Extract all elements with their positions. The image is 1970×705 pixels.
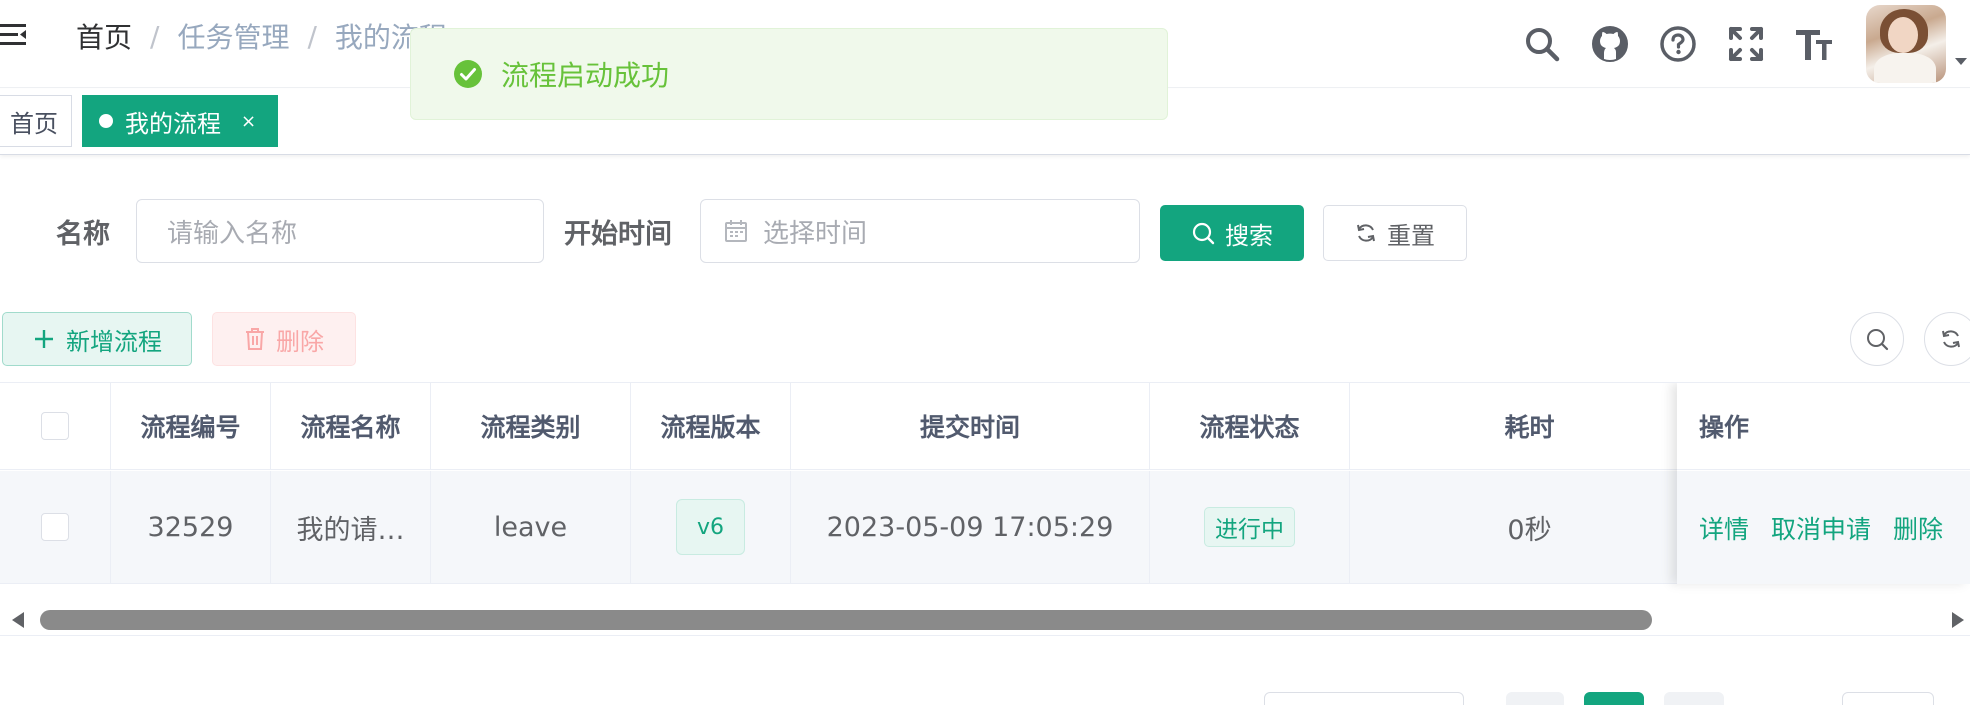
- header-process-version: 流程版本: [631, 383, 791, 469]
- trash-icon: [246, 328, 264, 350]
- github-icon[interactable]: [1588, 22, 1632, 66]
- header-actions: 操作: [1677, 383, 1970, 470]
- header-submit-time: 提交时间: [791, 383, 1150, 469]
- plus-icon: [35, 330, 53, 348]
- refresh-icon: [1942, 330, 1960, 348]
- close-icon[interactable]: ×: [241, 111, 256, 132]
- check-circle-icon: [454, 60, 482, 88]
- refresh-icon: [1357, 224, 1375, 242]
- header-select-all: [0, 383, 111, 469]
- scrollbar-thumb[interactable]: [40, 610, 1652, 630]
- detail-link[interactable]: 详情: [1699, 510, 1749, 546]
- caret-down-icon[interactable]: [1952, 52, 1970, 70]
- search-button-label: 搜索: [1225, 221, 1273, 250]
- active-dot-icon: [99, 114, 113, 128]
- cell-process-status: 进行中: [1150, 471, 1350, 583]
- select-all-checkbox[interactable]: [41, 412, 69, 440]
- tag-my-process[interactable]: 我的流程 ×: [82, 95, 278, 147]
- cancel-request-link[interactable]: 取消申请: [1771, 510, 1871, 546]
- process-table: 流程编号 流程名称 流程类别 流程版本 提交时间 流程状态 耗时 32529 我…: [0, 382, 1970, 637]
- search-icon: [1867, 329, 1889, 351]
- cell-process-version: v6: [631, 471, 791, 583]
- delete-link[interactable]: 删除: [1893, 510, 1943, 546]
- start-time-label: 开始时间: [564, 219, 672, 250]
- success-toast: 流程启动成功: [410, 28, 1168, 120]
- row-checkbox[interactable]: [41, 513, 69, 541]
- cell-process-name: 我的请…: [271, 471, 431, 583]
- breadcrumb-task-management[interactable]: 任务管理: [177, 16, 289, 56]
- breadcrumb-separator: /: [150, 19, 160, 53]
- header-process-category: 流程类别: [431, 383, 631, 469]
- calendar-icon: [725, 220, 747, 242]
- delete-button-label: 删除: [276, 327, 324, 356]
- version-tag: v6: [675, 499, 746, 555]
- reset-button[interactable]: 重置: [1323, 205, 1467, 261]
- navbar-actions: [1496, 5, 1970, 83]
- reset-button-label: 重置: [1387, 221, 1435, 250]
- search-icon[interactable]: [1520, 22, 1564, 66]
- question-circle-icon[interactable]: [1656, 22, 1700, 66]
- start-time-placeholder: 选择时间: [763, 218, 868, 249]
- header-process-id: 流程编号: [111, 383, 271, 469]
- page-1-button[interactable]: [1584, 692, 1644, 705]
- breadcrumb-home[interactable]: 首页: [76, 16, 132, 56]
- cell-process-category: leave: [431, 471, 631, 583]
- page-size-select[interactable]: [1264, 692, 1464, 705]
- name-input-placeholder: 请输入名称: [167, 218, 298, 249]
- table-header: 流程编号 流程名称 流程类别 流程版本 提交时间 流程状态 耗时: [0, 383, 1970, 470]
- tag-home[interactable]: 首页: [0, 95, 72, 147]
- delete-button[interactable]: 删除: [212, 312, 356, 366]
- breadcrumb-separator: /: [307, 19, 317, 53]
- hamburger-menu-icon[interactable]: [0, 22, 28, 48]
- refresh-table-button[interactable]: [1924, 312, 1970, 366]
- cell-actions: 详情 取消申请 删除: [1677, 471, 1970, 584]
- horizontal-scrollbar[interactable]: [0, 604, 1970, 636]
- next-page-button[interactable]: [1664, 692, 1724, 705]
- cell-submit-time: 2023-05-09 17:05:29: [791, 471, 1150, 583]
- cell-process-id: 32529: [111, 471, 271, 583]
- scroll-right-arrow-icon[interactable]: [1952, 612, 1964, 628]
- name-label: 名称: [56, 219, 110, 250]
- fullscreen-icon[interactable]: [1724, 22, 1768, 66]
- add-process-button[interactable]: 新增流程: [2, 312, 192, 366]
- scroll-left-arrow-icon[interactable]: [12, 612, 24, 628]
- prev-page-button[interactable]: [1506, 692, 1564, 705]
- name-input[interactable]: 请输入名称: [136, 199, 544, 263]
- start-time-picker[interactable]: 选择时间: [700, 199, 1140, 263]
- header-duration: 耗时: [1350, 383, 1710, 469]
- user-avatar[interactable]: [1866, 5, 1946, 83]
- tag-my-process-label: 我的流程: [125, 109, 221, 138]
- toast-message: 流程启动成功: [501, 59, 670, 92]
- page-jump-input[interactable]: [1842, 692, 1934, 705]
- fixed-actions-column: 操作 详情 取消申请 删除: [1677, 383, 1970, 584]
- cell-duration: 0秒: [1350, 471, 1710, 583]
- add-process-label: 新增流程: [66, 327, 162, 356]
- search-button[interactable]: 搜索: [1160, 205, 1304, 261]
- breadcrumb: 首页 / 任务管理 / 我的流程: [76, 16, 447, 56]
- header-process-status: 流程状态: [1150, 383, 1350, 469]
- tag-home-label: 首页: [10, 109, 58, 138]
- table-row[interactable]: 32529 我的请… leave v6 2023-05-09 17:05:29 …: [0, 471, 1970, 584]
- row-select-cell: [0, 471, 111, 583]
- header-process-name: 流程名称: [271, 383, 431, 469]
- search-icon: [1192, 222, 1215, 245]
- toggle-search-button[interactable]: [1850, 312, 1904, 366]
- status-badge: 进行中: [1204, 507, 1295, 547]
- font-size-icon[interactable]: [1792, 22, 1836, 66]
